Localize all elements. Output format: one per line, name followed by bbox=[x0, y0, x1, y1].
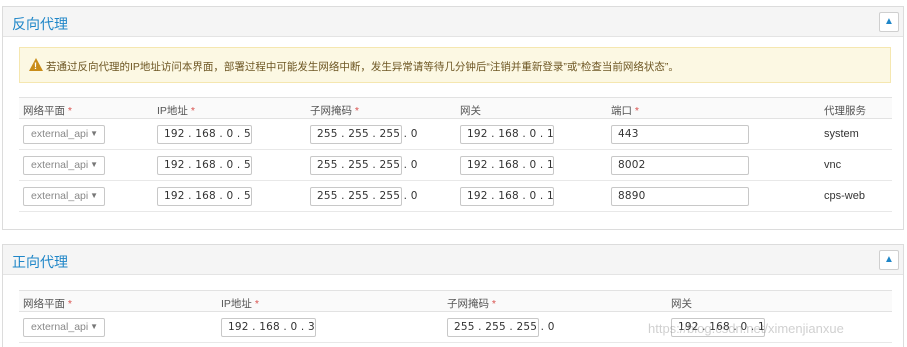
chevron-down-icon: ▼ bbox=[90, 129, 98, 138]
port-input[interactable]: 8890 bbox=[611, 187, 749, 206]
header-service: 代理服务 bbox=[824, 105, 866, 117]
mask-input[interactable]: 255 . 255 . 255 . 0 bbox=[447, 318, 554, 337]
warning-alert: ! 若通过反向代理的IP地址访问本界面，部署过程中可能发生网络中断，发生异常请等… bbox=[19, 47, 891, 83]
port-input[interactable]: 443 bbox=[611, 125, 749, 144]
reverse-proxy-panel: 反向代理 ▲ ! 若通过反向代理的IP地址访问本界面，部署过程中可能发生网络中断… bbox=[2, 6, 904, 230]
forward-proxy-title: 正向代理 bbox=[12, 254, 68, 270]
collapse-reverse-button[interactable]: ▲ bbox=[879, 12, 899, 32]
service-label: vnc bbox=[824, 159, 842, 171]
ip-input[interactable]: 192 . 168 . 0 . 3 bbox=[221, 318, 316, 337]
warning-text: 若通过反向代理的IP地址访问本界面，部署过程中可能发生网络中断，发生异常请等待几… bbox=[46, 61, 679, 73]
service-label: system bbox=[824, 128, 859, 140]
header-plane: 网络平面 * bbox=[23, 105, 73, 117]
network-plane-select[interactable]: external_api ▼ bbox=[23, 187, 105, 206]
gateway-input[interactable]: 192 . 168 . 0 . 1 bbox=[460, 156, 554, 175]
gateway-input[interactable]: 192 . 168 . 0 . 1 bbox=[460, 125, 554, 144]
table-row: external_api ▼ 192 . 168 . 0 . 5 255 . 25… bbox=[19, 150, 892, 181]
header-ip: IP地址 * bbox=[157, 105, 195, 117]
header-ip: IP地址 * bbox=[221, 298, 259, 310]
service-label: cps-web bbox=[824, 190, 865, 202]
network-plane-select[interactable]: external_api ▼ bbox=[23, 125, 105, 144]
table-header: 网络平面 * IP地址 * 子网掩码 * 网关 端口 * 代理服务 bbox=[19, 97, 892, 119]
mask-input[interactable]: 255 . 255 . 255 . 0 bbox=[310, 125, 417, 144]
header-gateway: 网关 bbox=[671, 298, 692, 310]
table-header: 网络平面 * IP地址 * 子网掩码 * 网关 bbox=[19, 290, 892, 312]
network-plane-select[interactable]: external_api ▼ bbox=[23, 318, 105, 337]
port-input[interactable]: 8002 bbox=[611, 156, 749, 175]
collapse-forward-button[interactable]: ▲ bbox=[879, 250, 899, 270]
chevron-up-icon: ▲ bbox=[884, 16, 894, 27]
reverse-proxy-header: 反向代理 ▲ bbox=[3, 7, 903, 37]
header-mask: 子网掩码 * bbox=[310, 105, 360, 117]
ip-input[interactable]: 192 . 168 . 0 . 5 bbox=[157, 187, 252, 206]
chevron-down-icon: ▼ bbox=[90, 191, 98, 200]
watermark: https://blog.csdn.net/ximenjianxue bbox=[648, 321, 844, 336]
header-gateway: 网关 bbox=[460, 105, 481, 117]
reverse-proxy-title: 反向代理 bbox=[12, 16, 68, 32]
chevron-down-icon: ▼ bbox=[90, 322, 98, 331]
ip-input[interactable]: 192 . 168 . 0 . 5 bbox=[157, 125, 252, 144]
table-row: external_api ▼ 192 . 168 . 0 . 5 255 . 25… bbox=[19, 181, 892, 212]
header-mask: 子网掩码 * bbox=[447, 298, 497, 310]
forward-proxy-header: 正向代理 ▲ bbox=[3, 245, 903, 275]
gateway-input[interactable]: 192 . 168 . 0 . 1 bbox=[460, 187, 554, 206]
ip-input[interactable]: 192 . 168 . 0 . 5 bbox=[157, 156, 252, 175]
chevron-down-icon: ▼ bbox=[90, 160, 98, 169]
mask-input[interactable]: 255 . 255 . 255 . 0 bbox=[310, 187, 417, 206]
table-row: external_api ▼ 192 . 168 . 0 . 5 255 . 25… bbox=[19, 119, 892, 150]
chevron-up-icon: ▲ bbox=[884, 254, 894, 265]
network-plane-select[interactable]: external_api ▼ bbox=[23, 156, 105, 175]
header-port: 端口 * bbox=[611, 105, 640, 117]
mask-input[interactable]: 255 . 255 . 255 . 0 bbox=[310, 156, 417, 175]
warning-icon: ! bbox=[29, 58, 43, 71]
header-plane: 网络平面 * bbox=[23, 298, 73, 310]
